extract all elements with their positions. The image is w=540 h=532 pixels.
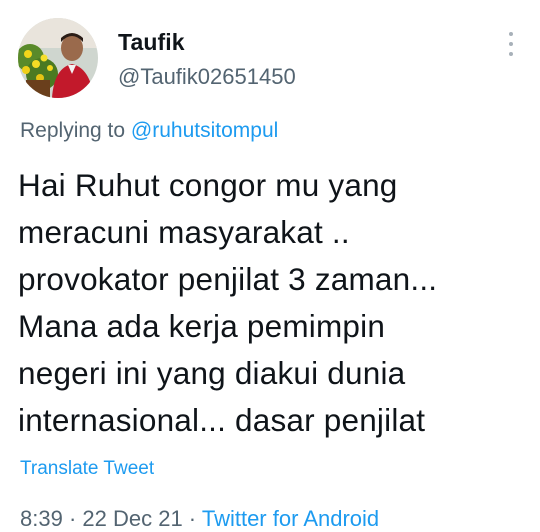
avatar[interactable]: [18, 18, 98, 98]
profile-photo: [18, 18, 98, 98]
tweet-text-line: Hai Ruhut congor mu yang: [18, 167, 398, 203]
dot: [509, 42, 513, 46]
author-handle[interactable]: @Taufik02651450: [118, 64, 296, 90]
replying-prefix: Replying to: [20, 119, 131, 142]
tweet-card: Taufik @Taufik02651450 Replying to @ruhu…: [0, 0, 540, 532]
reply-mention-link[interactable]: @ruhutsitompul: [131, 119, 278, 142]
meta-separator: ·: [182, 506, 202, 531]
tweet-text-line: provokator penjilat 3 zaman...: [18, 261, 438, 297]
tweet-text: Hai Ruhut congor mu yang meracuni masyar…: [18, 162, 528, 444]
tweet-text-line: meracuni masyarakat ..: [18, 214, 350, 250]
tweet-text-line: Mana ada kerja pemimpin: [18, 308, 386, 344]
tweet-date[interactable]: 22 Dec 21: [82, 506, 182, 531]
translate-tweet-link[interactable]: Translate Tweet: [20, 458, 154, 480]
dot: [509, 52, 513, 56]
more-vertical-icon[interactable]: [502, 30, 520, 58]
tweet-time[interactable]: 8:39: [20, 506, 63, 531]
tweet-text-line: internasional... dasar penjilat: [18, 402, 426, 438]
dot: [509, 32, 513, 36]
tweet-text-line: negeri ini yang diakui dunia: [18, 355, 406, 391]
meta-separator: ·: [62, 506, 83, 531]
tweet-meta: 8:39 · 22 Dec 21 · Twitter for Android: [20, 506, 379, 532]
tweet-source-link[interactable]: Twitter for Android: [202, 506, 379, 531]
replying-to: Replying to @ruhutsitompul: [20, 119, 278, 143]
author-name[interactable]: Taufik: [118, 29, 185, 56]
